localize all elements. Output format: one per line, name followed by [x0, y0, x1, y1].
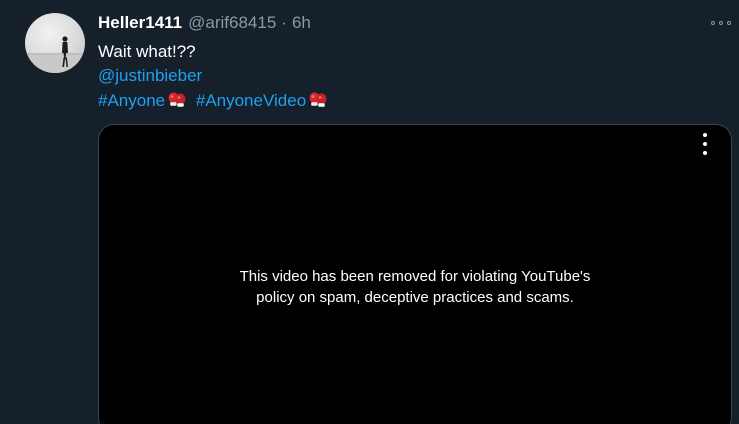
video-removed-message: This video has been removed for violatin…: [99, 266, 731, 308]
avatar[interactable]: [25, 13, 85, 73]
tweet[interactable]: Heller1411 @arif68415 · 6h Wait what!?? …: [0, 0, 739, 424]
video-message-line1: This video has been removed for violatin…: [239, 268, 591, 285]
boxing-gloves-icon: [167, 90, 187, 115]
separator-dot: ·: [281, 13, 287, 32]
video-embed[interactable]: This video has been removed for violatin…: [98, 124, 732, 424]
timestamp[interactable]: 6h: [292, 13, 311, 33]
hashtag-line: #Anyone #AnyoneVideo: [98, 89, 332, 115]
hashtag-link-anyonevideo[interactable]: #AnyoneVideo: [196, 91, 306, 110]
hashtag-link-anyone[interactable]: #Anyone: [98, 91, 165, 110]
tweet-header: Heller1411 @arif68415 · 6h: [98, 13, 311, 37]
boxing-gloves-icon: [308, 90, 328, 115]
mention-link[interactable]: @justinbieber: [98, 66, 202, 85]
author-name[interactable]: Heller1411: [98, 13, 182, 33]
avatar-photo: [25, 36, 85, 73]
more-vertical-icon[interactable]: [701, 133, 709, 155]
tweet-text: Wait what!??: [98, 42, 196, 61]
video-message-line2: policy on spam, deceptive practices and …: [256, 289, 574, 306]
more-horizontal-icon[interactable]: [711, 17, 731, 29]
mention-line: @justinbieber: [98, 64, 202, 88]
author-handle[interactable]: @arif68415: [188, 13, 276, 33]
